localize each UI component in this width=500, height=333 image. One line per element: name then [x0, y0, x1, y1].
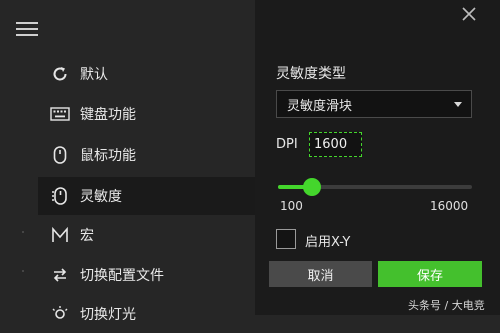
sidebar-item-label: 切换配置文件: [80, 268, 164, 284]
sidebar-item-default[interactable]: 默认: [38, 55, 255, 93]
dropdown-selected-value: 灵敏度滑块: [287, 98, 353, 114]
sidebar-item-sensitivity[interactable]: 灵敏度: [38, 177, 255, 215]
enable-xy-label: 启用X-Y: [305, 235, 351, 250]
dpi-input[interactable]: [309, 132, 362, 157]
hamburger-menu-icon[interactable]: [16, 20, 38, 38]
sensitivity-type-title: 灵敏度类型: [276, 66, 346, 82]
sidebar-item-macro[interactable]: 宏: [38, 216, 255, 254]
sidebar-item-switch-profile[interactable]: 切换配置文件: [38, 256, 255, 294]
sidebar: 默认 键盘功能 鼠标功能 灵敏度 宏 切换配置文件 切换灯光: [0, 0, 255, 323]
dpi-slider-track[interactable]: [278, 178, 472, 196]
sidebar-dot: [22, 231, 24, 233]
cancel-button[interactable]: 取消: [269, 261, 372, 287]
sidebar-item-label: 默认: [80, 67, 108, 83]
dpi-slider-thumb[interactable]: [303, 178, 321, 196]
sidebar-item-label: 鼠标功能: [80, 148, 136, 164]
macro-m-icon: [50, 225, 70, 245]
sidebar-item-label: 切换灯光: [80, 307, 136, 323]
mouse-sensitivity-icon: [50, 186, 70, 206]
sidebar-dot: [22, 270, 24, 272]
save-button[interactable]: 保存: [378, 261, 482, 287]
chevron-down-icon: [454, 102, 462, 107]
keyboard-icon: [50, 104, 70, 124]
light-bulb-icon: [50, 304, 70, 324]
slider-min-label: 100: [280, 199, 303, 213]
dpi-label: DPI: [276, 137, 298, 152]
sensitivity-type-dropdown[interactable]: 灵敏度滑块: [276, 90, 472, 118]
sidebar-item-keyboard[interactable]: 键盘功能: [38, 95, 255, 133]
sidebar-item-label: 宏: [80, 228, 94, 244]
sidebar-item-label: 灵敏度: [80, 189, 122, 205]
switch-arrows-icon: [50, 265, 70, 285]
refresh-icon: [50, 64, 70, 84]
sidebar-item-mouse[interactable]: 鼠标功能: [38, 136, 255, 174]
sidebar-item-switch-lighting[interactable]: 切换灯光: [38, 295, 255, 333]
sidebar-item-label: 键盘功能: [80, 107, 136, 123]
enable-xy-checkbox[interactable]: [276, 229, 296, 249]
mouse-icon: [50, 145, 70, 165]
slider-max-label: 16000: [430, 199, 469, 213]
close-icon[interactable]: [461, 6, 477, 22]
watermark-text: 头条号 / 大电竞: [408, 299, 485, 312]
